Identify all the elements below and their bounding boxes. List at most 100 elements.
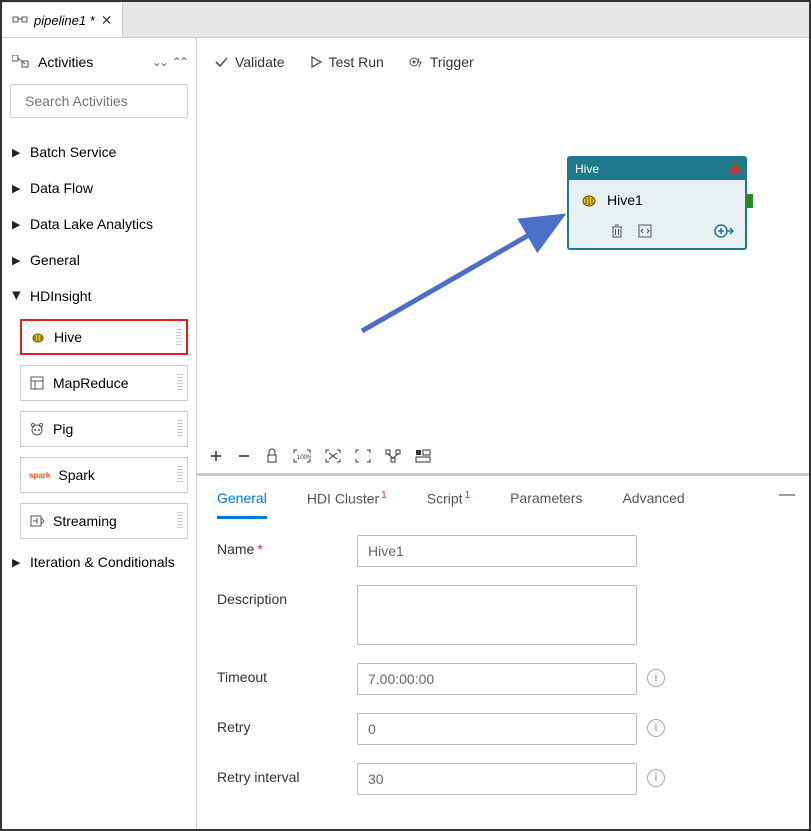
group-hdinsight[interactable]: ▶HDInsight bbox=[10, 280, 188, 312]
zoom-out-icon[interactable] bbox=[237, 449, 251, 463]
group-label: Iteration & Conditionals bbox=[30, 554, 175, 570]
activity-label: Pig bbox=[53, 421, 73, 437]
validate-label: Validate bbox=[235, 54, 285, 70]
info-icon[interactable]: i bbox=[647, 719, 665, 737]
activity-mapreduce[interactable]: MapReduce bbox=[20, 365, 188, 401]
hive-node[interactable]: Hive Hive1 bbox=[567, 156, 747, 250]
lock-icon[interactable] bbox=[265, 448, 279, 464]
error-badge: 1 bbox=[465, 490, 471, 501]
svg-text:100%: 100% bbox=[297, 455, 311, 461]
annotation-arrow bbox=[347, 156, 587, 356]
canvas-tool-row: 100% bbox=[197, 438, 809, 474]
tab-general[interactable]: General bbox=[217, 490, 267, 519]
pig-icon bbox=[29, 421, 45, 437]
activity-streaming[interactable]: Streaming bbox=[20, 503, 188, 539]
timeout-label: Timeout bbox=[217, 663, 357, 685]
group-label: General bbox=[30, 252, 80, 268]
activity-label: Spark bbox=[58, 467, 95, 483]
activity-spark[interactable]: spark Spark bbox=[20, 457, 188, 493]
group-data-lake-analytics[interactable]: ▶Data Lake Analytics bbox=[10, 208, 188, 240]
description-label: Description bbox=[217, 585, 357, 607]
validate-button[interactable]: Validate bbox=[213, 54, 285, 70]
grip-icon bbox=[177, 512, 183, 530]
pipeline-icon bbox=[12, 14, 28, 26]
zoom-in-icon[interactable] bbox=[209, 449, 223, 463]
panel-tab-row: General HDI Cluster1 Script1 Parameters … bbox=[197, 476, 809, 519]
error-badge: 1 bbox=[381, 490, 387, 501]
tab-parameters[interactable]: Parameters bbox=[510, 490, 582, 519]
delete-icon[interactable] bbox=[609, 223, 625, 239]
gear-bolt-icon bbox=[408, 54, 424, 70]
mini-view-icon[interactable] bbox=[415, 449, 431, 463]
retry-interval-input[interactable] bbox=[357, 763, 637, 795]
info-icon[interactable]: i bbox=[647, 669, 665, 687]
node-name-label: Hive1 bbox=[607, 192, 643, 208]
search-input[interactable] bbox=[25, 93, 206, 109]
activity-label: Hive bbox=[54, 329, 82, 345]
retry-input[interactable] bbox=[357, 713, 637, 745]
activity-label: Streaming bbox=[53, 513, 117, 529]
spark-icon: spark bbox=[29, 471, 50, 480]
retry-interval-label: Retry interval bbox=[217, 763, 357, 785]
bee-icon bbox=[579, 190, 599, 210]
canvas-area: Validate Test Run Trigger Hive bbox=[197, 38, 809, 829]
test-run-button[interactable]: Test Run bbox=[309, 54, 384, 70]
test-run-label: Test Run bbox=[329, 54, 384, 70]
canvas-toolbar: Validate Test Run Trigger bbox=[197, 38, 809, 86]
activities-header: Activities ⌄⌄ ⌃⌃ bbox=[10, 48, 188, 76]
collapse-panel-icon[interactable]: — bbox=[779, 486, 795, 504]
streaming-icon bbox=[29, 513, 45, 529]
activity-pig[interactable]: Pig bbox=[20, 411, 188, 447]
fullscreen-icon[interactable] bbox=[355, 449, 371, 463]
grip-icon bbox=[176, 329, 182, 345]
warning-icon bbox=[729, 162, 741, 173]
grip-icon bbox=[177, 420, 183, 438]
general-form: Name* Description Timeout i Retry i bbox=[197, 519, 809, 829]
name-input[interactable] bbox=[357, 535, 637, 567]
timeout-input[interactable] bbox=[357, 663, 637, 695]
check-icon bbox=[213, 54, 229, 70]
close-icon[interactable]: ✕ bbox=[101, 12, 113, 29]
output-port[interactable] bbox=[745, 194, 753, 208]
group-label: Batch Service bbox=[30, 144, 116, 160]
group-data-flow[interactable]: ▶Data Flow bbox=[10, 172, 188, 204]
group-label: HDInsight bbox=[30, 288, 91, 304]
group-iteration-conditionals[interactable]: ▶Iteration & Conditionals bbox=[10, 546, 188, 578]
node-header[interactable]: Hive bbox=[569, 158, 745, 180]
description-input[interactable] bbox=[357, 585, 637, 645]
search-activities[interactable] bbox=[10, 84, 188, 118]
play-icon bbox=[309, 55, 323, 69]
bee-icon bbox=[30, 329, 46, 345]
group-general[interactable]: ▶General bbox=[10, 244, 188, 276]
tab-advanced[interactable]: Advanced bbox=[622, 490, 684, 519]
group-label: Data Flow bbox=[30, 180, 93, 196]
collapse-all-icon[interactable]: ⌃⌃ bbox=[172, 55, 186, 69]
activities-label: Activities bbox=[38, 54, 93, 70]
pipeline-canvas[interactable]: Hive Hive1 bbox=[197, 86, 809, 438]
code-icon[interactable] bbox=[637, 223, 653, 239]
editor-tab[interactable]: pipeline1 * ✕ bbox=[2, 3, 123, 37]
group-label: Data Lake Analytics bbox=[30, 216, 153, 232]
trigger-label: Trigger bbox=[430, 54, 474, 70]
info-icon[interactable]: i bbox=[647, 769, 665, 787]
zoom-100-icon[interactable]: 100% bbox=[293, 449, 311, 463]
tab-bar: pipeline1 * ✕ bbox=[2, 2, 809, 38]
trigger-button[interactable]: Trigger bbox=[408, 54, 474, 70]
group-batch-service[interactable]: ▶Batch Service bbox=[10, 136, 188, 168]
mapreduce-icon bbox=[29, 375, 45, 391]
name-label: Name* bbox=[217, 535, 357, 557]
grip-icon bbox=[177, 374, 183, 392]
tab-hdi-cluster[interactable]: HDI Cluster1 bbox=[307, 490, 387, 519]
activities-icon bbox=[12, 55, 30, 69]
activities-sidebar: Activities ⌄⌄ ⌃⌃ ▶Batch Service ▶Data Fl… bbox=[2, 38, 197, 829]
auto-align-icon[interactable] bbox=[385, 449, 401, 463]
expand-all-icon[interactable]: ⌄⌄ bbox=[152, 55, 166, 69]
fit-screen-icon[interactable] bbox=[325, 449, 341, 463]
add-output-icon[interactable] bbox=[713, 222, 735, 240]
activity-hive[interactable]: Hive bbox=[20, 319, 188, 355]
grip-icon bbox=[177, 466, 183, 484]
activity-label: MapReduce bbox=[53, 375, 129, 391]
node-type-label: Hive bbox=[575, 162, 599, 176]
retry-label: Retry bbox=[217, 713, 357, 735]
tab-script[interactable]: Script1 bbox=[427, 490, 470, 519]
